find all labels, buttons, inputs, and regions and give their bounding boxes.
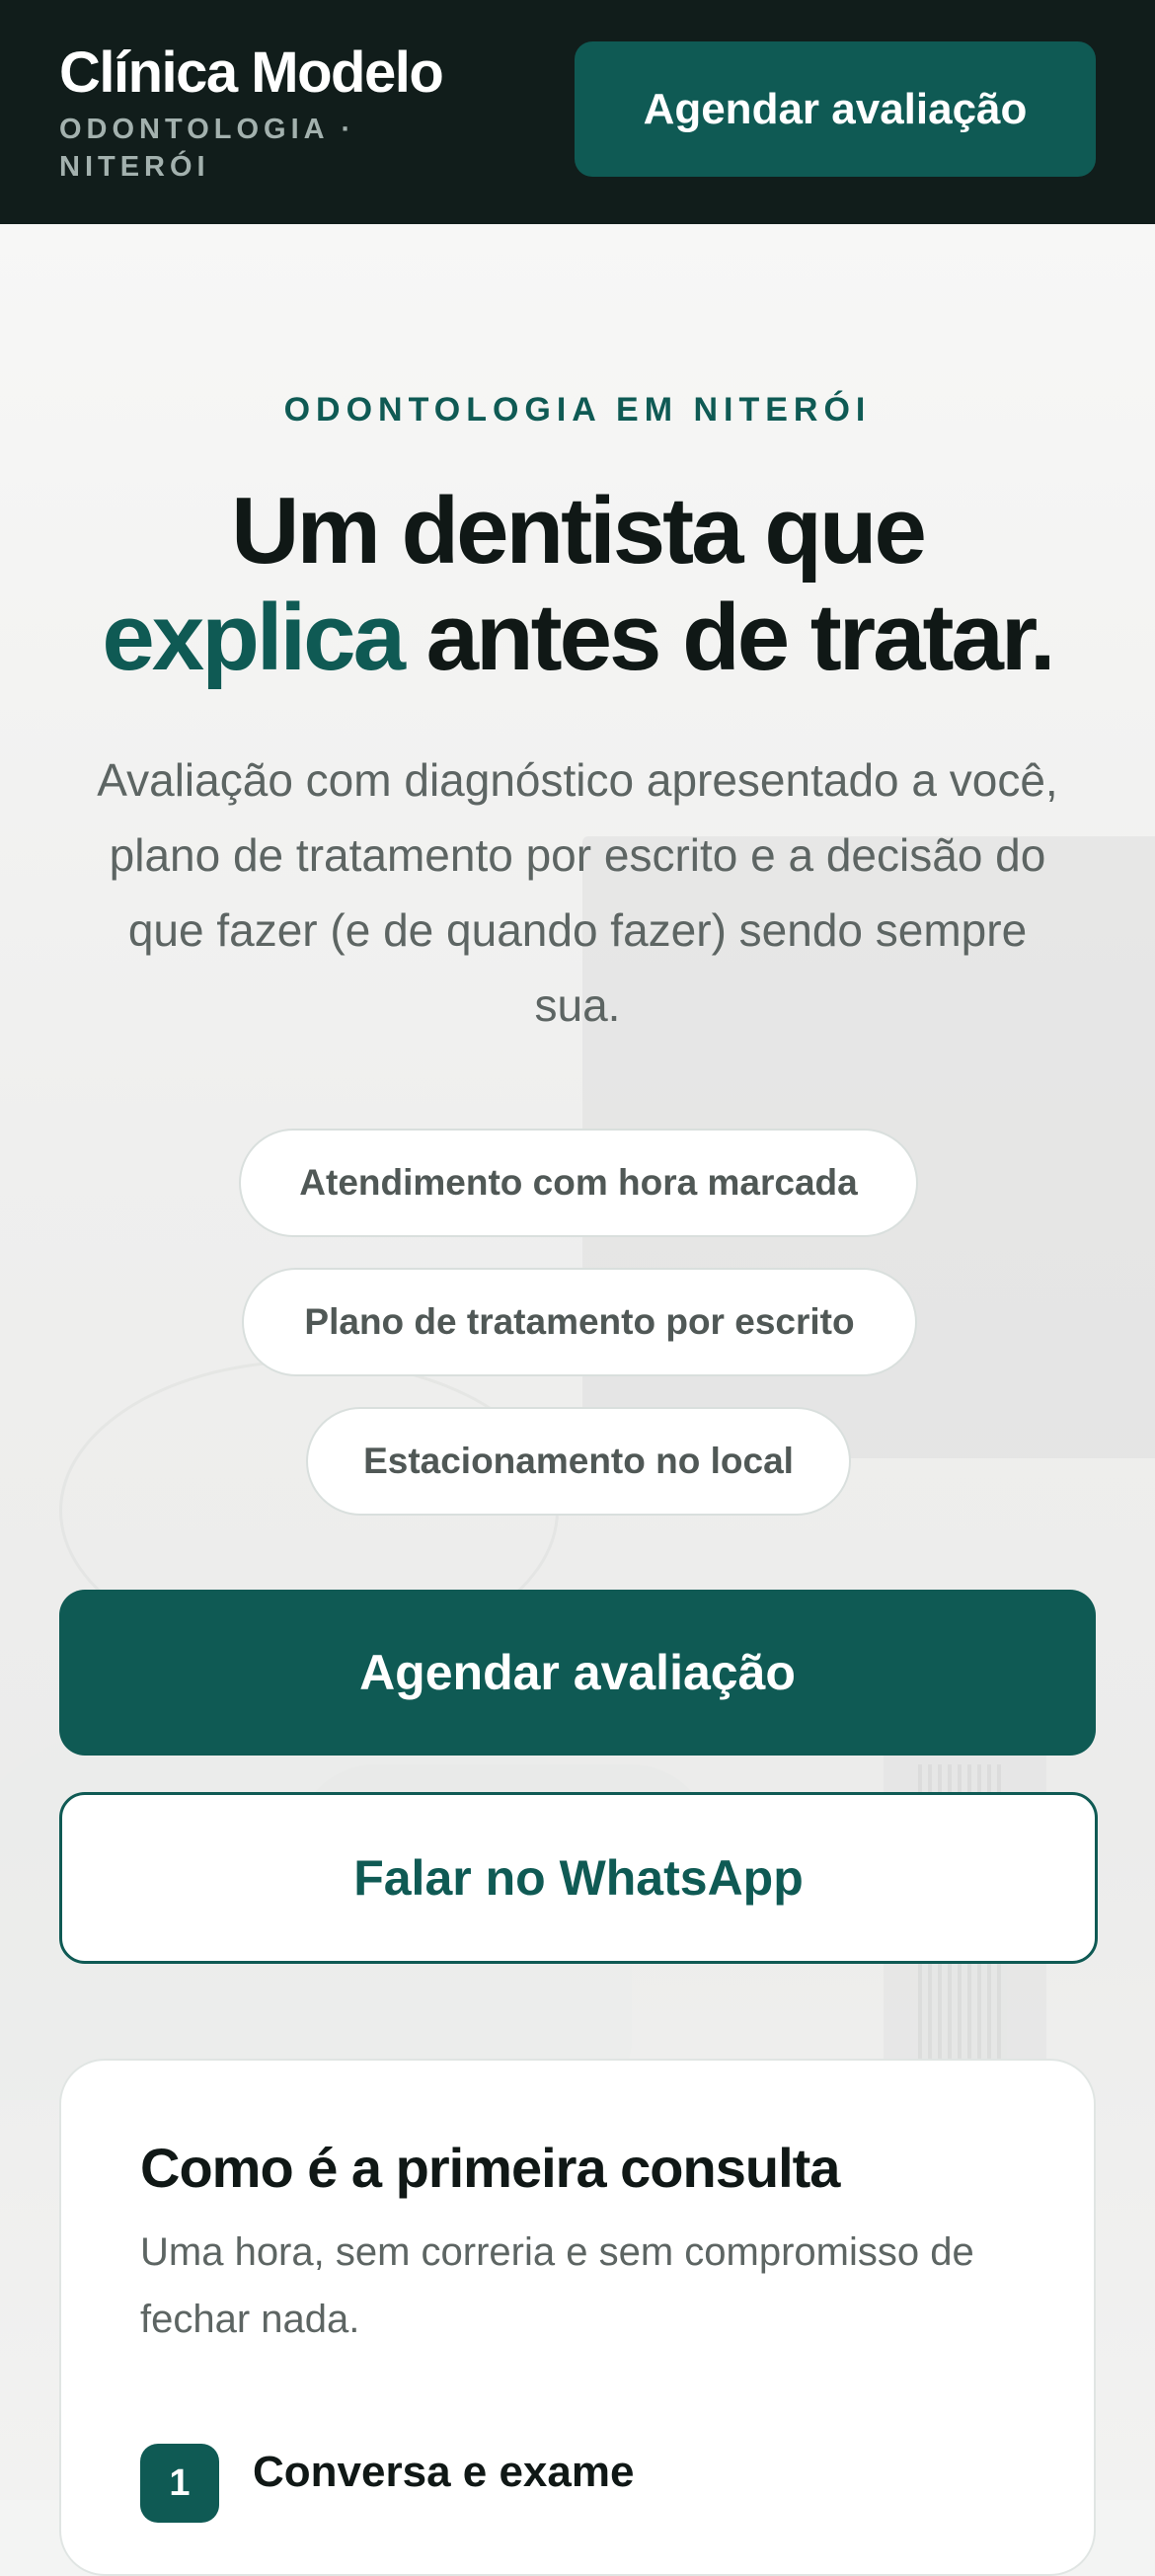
first-visit-subtitle: Uma hora, sem correria e sem compromisso… <box>140 2230 974 2341</box>
feature-pill-parking: Estacionamento no local <box>306 1407 851 1516</box>
first-visit-title: Como é a primeira consulta <box>140 2137 840 2199</box>
brand-name[interactable]: Clínica Modelo <box>59 39 444 106</box>
brand-subtitle: ODONTOLOGIA · NITERÓI <box>59 114 356 183</box>
feature-pill-written-plan: Plano de tratamento por escrito <box>242 1268 917 1376</box>
top-navigation-bar: Clínica Modelo ODONTOLOGIA · NITERÓI Age… <box>0 0 1155 224</box>
hero-eyebrow: ODONTOLOGIA EM NITERÓI <box>283 391 872 429</box>
headline-accent-word: explica <box>102 585 406 690</box>
feature-pill-scheduled: Atendimento com hora marcada <box>239 1129 918 1237</box>
hero-headline: Um dentista que explica antes de tratar. <box>39 478 1116 691</box>
first-visit-card: Como é a primeira consulta Uma hora, sem… <box>59 2059 1096 2576</box>
hero-lead-text: Avaliação com diagnóstico apresentado a … <box>97 754 1058 1031</box>
whatsapp-button[interactable]: Falar no WhatsApp <box>59 1792 1098 1964</box>
schedule-evaluation-button[interactable]: Agendar avaliação <box>59 1590 1096 1756</box>
headline-line2-rest: antes de tratar. <box>402 585 1056 690</box>
headline-line1: Um dentista que <box>231 478 927 584</box>
step-title: Conversa e exame <box>253 2448 635 2496</box>
header-schedule-button[interactable]: Agendar avaliação <box>575 41 1096 177</box>
step-number-badge: 1 <box>140 2444 219 2523</box>
